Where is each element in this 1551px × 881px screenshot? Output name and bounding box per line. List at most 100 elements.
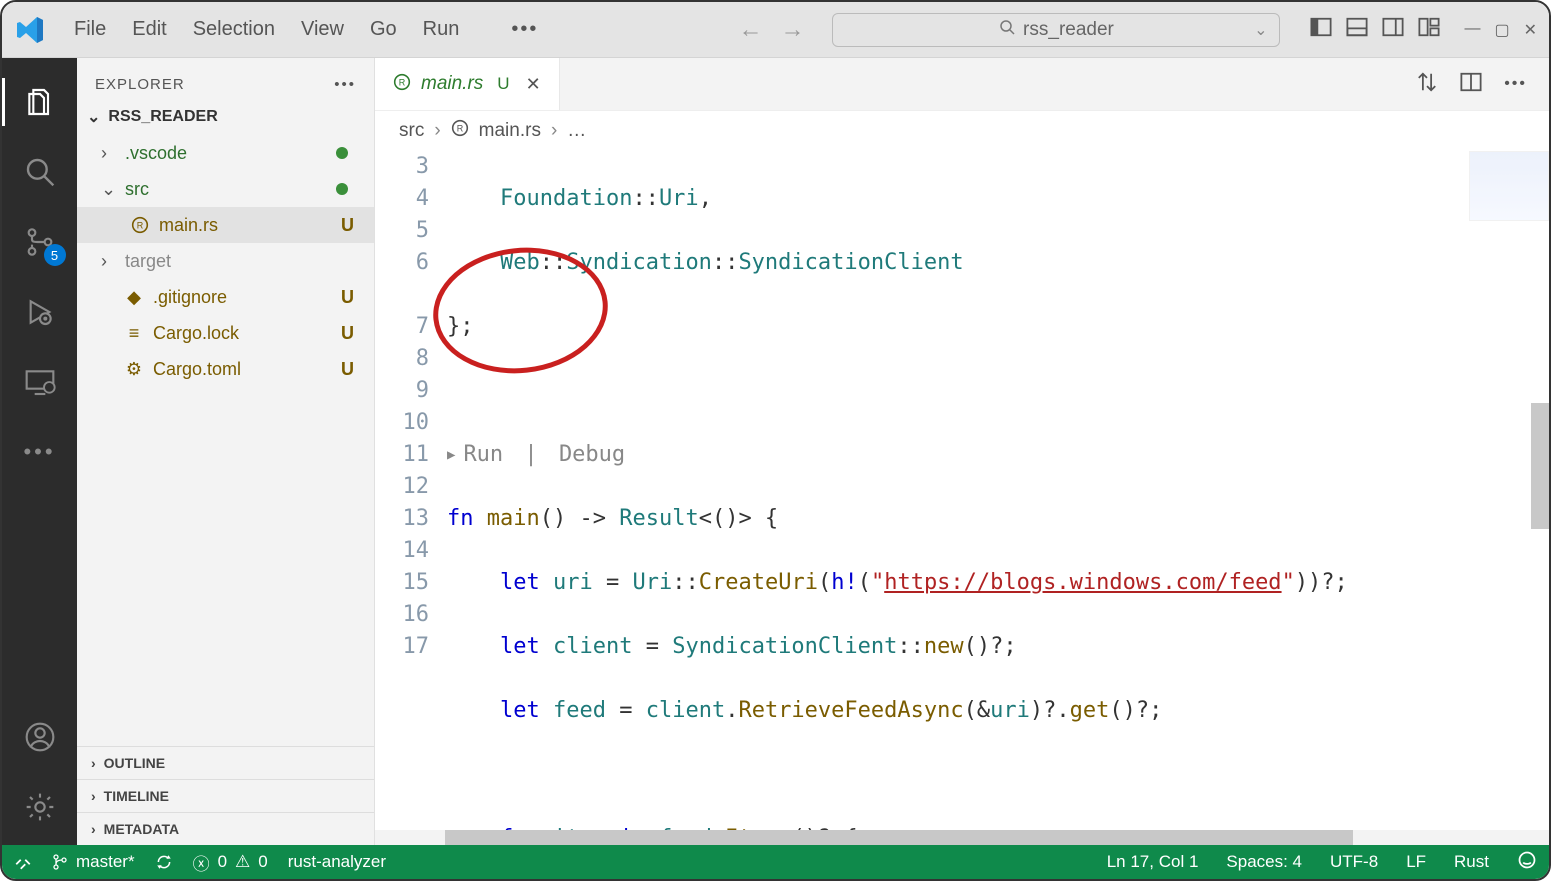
line-no: 11 (375, 439, 429, 471)
encoding-indicator[interactable]: UTF-8 (1330, 852, 1378, 872)
chevron-right-icon: › (101, 143, 115, 164)
split-editor-icon[interactable] (1460, 71, 1482, 98)
menu-file[interactable]: File (74, 18, 106, 41)
folder-target[interactable]: › target (77, 243, 374, 279)
compare-changes-icon[interactable] (1416, 71, 1438, 98)
command-center[interactable]: rss_reader ⌄ (832, 13, 1280, 47)
folder-vscode[interactable]: › .vscode (77, 135, 374, 171)
activity-explorer-icon[interactable] (20, 82, 60, 122)
folder-name: .vscode (125, 143, 187, 164)
t: for (500, 826, 540, 830)
customize-layout-icon[interactable] (1418, 16, 1440, 43)
vertical-scrollbar[interactable] (1531, 403, 1549, 529)
indent-indicator[interactable]: Spaces: 4 (1226, 852, 1302, 872)
menu-overflow-icon[interactable]: ••• (511, 18, 538, 41)
codelens-debug[interactable]: Debug (559, 439, 625, 471)
breadcrumb-folder[interactable]: src (399, 120, 424, 142)
explorer-title: EXPLORER (95, 76, 185, 93)
outline-section[interactable]: ›OUTLINE (77, 746, 374, 779)
t: get (1070, 698, 1110, 723)
svg-text:R: R (456, 123, 463, 133)
file-tree: › .vscode ⌄ src R main.rs U › target (77, 133, 374, 389)
chevron-right-icon: › (91, 755, 96, 771)
explorer-more-icon[interactable]: ••• (334, 76, 356, 93)
body: 5 ••• EXPLORER ••• (2, 58, 1549, 845)
toggle-panel-icon[interactable] (1346, 16, 1368, 43)
codelens: ▶Run | Debug (447, 439, 1549, 471)
breadcrumb[interactable]: src › R main.rs › … (375, 111, 1549, 151)
timeline-section[interactable]: ›TIMELINE (77, 779, 374, 812)
git-branch[interactable]: master* (52, 852, 135, 872)
maximize-icon[interactable]: ▢ (1494, 20, 1509, 40)
file-cargo-lock[interactable]: ≡ Cargo.lock U (77, 315, 374, 351)
folder-name: target (125, 251, 171, 272)
activity-account-icon[interactable] (20, 717, 60, 757)
close-icon[interactable]: ✕ (1524, 20, 1537, 40)
file-main-rs[interactable]: R main.rs U (77, 207, 374, 243)
explorer-sidebar: EXPLORER ••• ⌄ RSS_READER › .vscode ⌄ sr… (77, 58, 375, 845)
toggle-sidebar-icon[interactable] (1310, 16, 1332, 43)
menu-go[interactable]: Go (370, 18, 397, 41)
chevron-right-icon: › (551, 120, 557, 142)
t: Result (619, 506, 698, 531)
remote-indicator[interactable] (14, 853, 32, 871)
rust-file-icon: R (131, 216, 149, 234)
editor-more-icon[interactable]: ••• (1504, 75, 1527, 93)
folder-src[interactable]: ⌄ src (77, 171, 374, 207)
cursor-position[interactable]: Ln 17, Col 1 (1107, 852, 1199, 872)
menu-run[interactable]: Run (423, 18, 460, 41)
lsp-status[interactable]: rust-analyzer (288, 852, 386, 872)
line-no: 6 (375, 247, 429, 279)
minimap[interactable] (1469, 151, 1549, 221)
t: h! (831, 570, 858, 595)
feedback-icon[interactable] (1517, 850, 1537, 875)
editor-tab-main-rs[interactable]: R main.rs U ✕ (375, 58, 560, 110)
file-cargo-toml[interactable]: ⚙ Cargo.toml U (77, 351, 374, 387)
svg-text:R: R (137, 220, 144, 230)
breadcrumb-file[interactable]: main.rs (479, 120, 541, 142)
metadata-label: METADATA (104, 821, 179, 837)
chevron-right-icon: › (434, 120, 440, 142)
code-content[interactable]: Foundation::Uri, Web::Syndication::Syndi… (447, 151, 1549, 830)
menu-view[interactable]: View (301, 18, 344, 41)
menu-edit[interactable]: Edit (132, 18, 166, 41)
code-editor[interactable]: 3 4 5 6 7 8 9 10 11 12 13 14 15 16 17 Fo… (375, 151, 1549, 830)
tab-close-icon[interactable]: ✕ (526, 74, 541, 95)
nav-forward-icon[interactable]: → (780, 16, 804, 44)
file-gitignore[interactable]: ◆ .gitignore U (77, 279, 374, 315)
activity-search-icon[interactable] (20, 152, 60, 192)
codelens-run[interactable]: Run (463, 439, 503, 471)
activity-settings-icon[interactable] (20, 787, 60, 827)
activity-remote-icon[interactable] (20, 362, 60, 402)
breadcrumb-tail[interactable]: … (567, 120, 586, 142)
line-no: 14 (375, 535, 429, 567)
horizontal-scrollbar-track[interactable] (375, 830, 1549, 845)
minimize-icon[interactable]: — (1464, 20, 1480, 40)
problems-indicator[interactable]: ⓧ0 ⚠0 (193, 850, 268, 875)
modified-dot-icon (336, 147, 348, 159)
eol-indicator[interactable]: LF (1406, 852, 1426, 872)
file-icon: ≡ (125, 324, 143, 342)
t: let (500, 634, 540, 659)
play-icon[interactable]: ▶ (447, 439, 455, 471)
activity-debug-icon[interactable] (20, 292, 60, 332)
t: SyndicationClient (672, 634, 897, 659)
editor-area: R main.rs U ✕ ••• src › R main.rs › … (375, 58, 1549, 845)
language-indicator[interactable]: Rust (1454, 852, 1489, 872)
t: Uri (659, 186, 699, 211)
menu-selection[interactable]: Selection (193, 18, 275, 41)
t: let (500, 570, 540, 595)
search-icon (999, 19, 1015, 41)
activity-scm-icon[interactable]: 5 (20, 222, 60, 262)
toggle-secondary-icon[interactable] (1382, 16, 1404, 43)
chevron-down-icon[interactable]: ⌄ (1254, 20, 1267, 40)
metadata-section[interactable]: ›METADATA (77, 812, 374, 845)
sync-button[interactable] (155, 853, 173, 871)
horizontal-scrollbar-thumb[interactable] (445, 830, 1353, 845)
activity-more-icon[interactable]: ••• (20, 432, 60, 472)
nav-back-icon[interactable]: ← (738, 16, 762, 44)
tab-git-status: U (497, 74, 509, 94)
t: feed (659, 826, 712, 830)
warning-count: 0 (258, 852, 267, 872)
folder-root[interactable]: ⌄ RSS_READER (77, 101, 374, 133)
